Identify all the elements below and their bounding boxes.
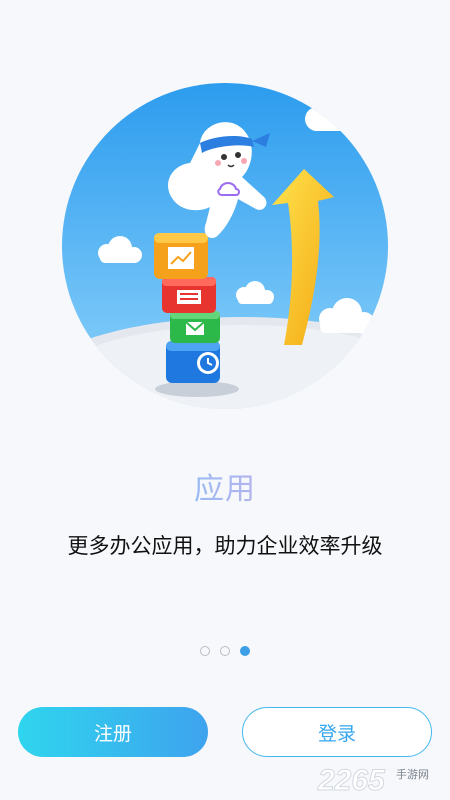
svg-text:2265: 2265 <box>317 764 386 796</box>
feature-title: 应用 <box>0 470 450 510</box>
svg-text:手游网: 手游网 <box>396 767 429 781</box>
feature-description: 更多办公应用，助力企业效率升级 <box>67 534 383 558</box>
page-dot[interactable] <box>220 646 230 656</box>
cloud-icon <box>305 98 360 132</box>
page-indicator <box>0 646 450 656</box>
page-dot-active[interactable] <box>240 646 250 656</box>
register-button[interactable]: 注册 <box>18 707 208 757</box>
page-dot[interactable] <box>200 646 210 656</box>
login-button[interactable]: 登录 <box>242 707 432 757</box>
hero-illustration <box>62 83 388 409</box>
watermark-logo: 2265 手游网 <box>317 764 430 797</box>
